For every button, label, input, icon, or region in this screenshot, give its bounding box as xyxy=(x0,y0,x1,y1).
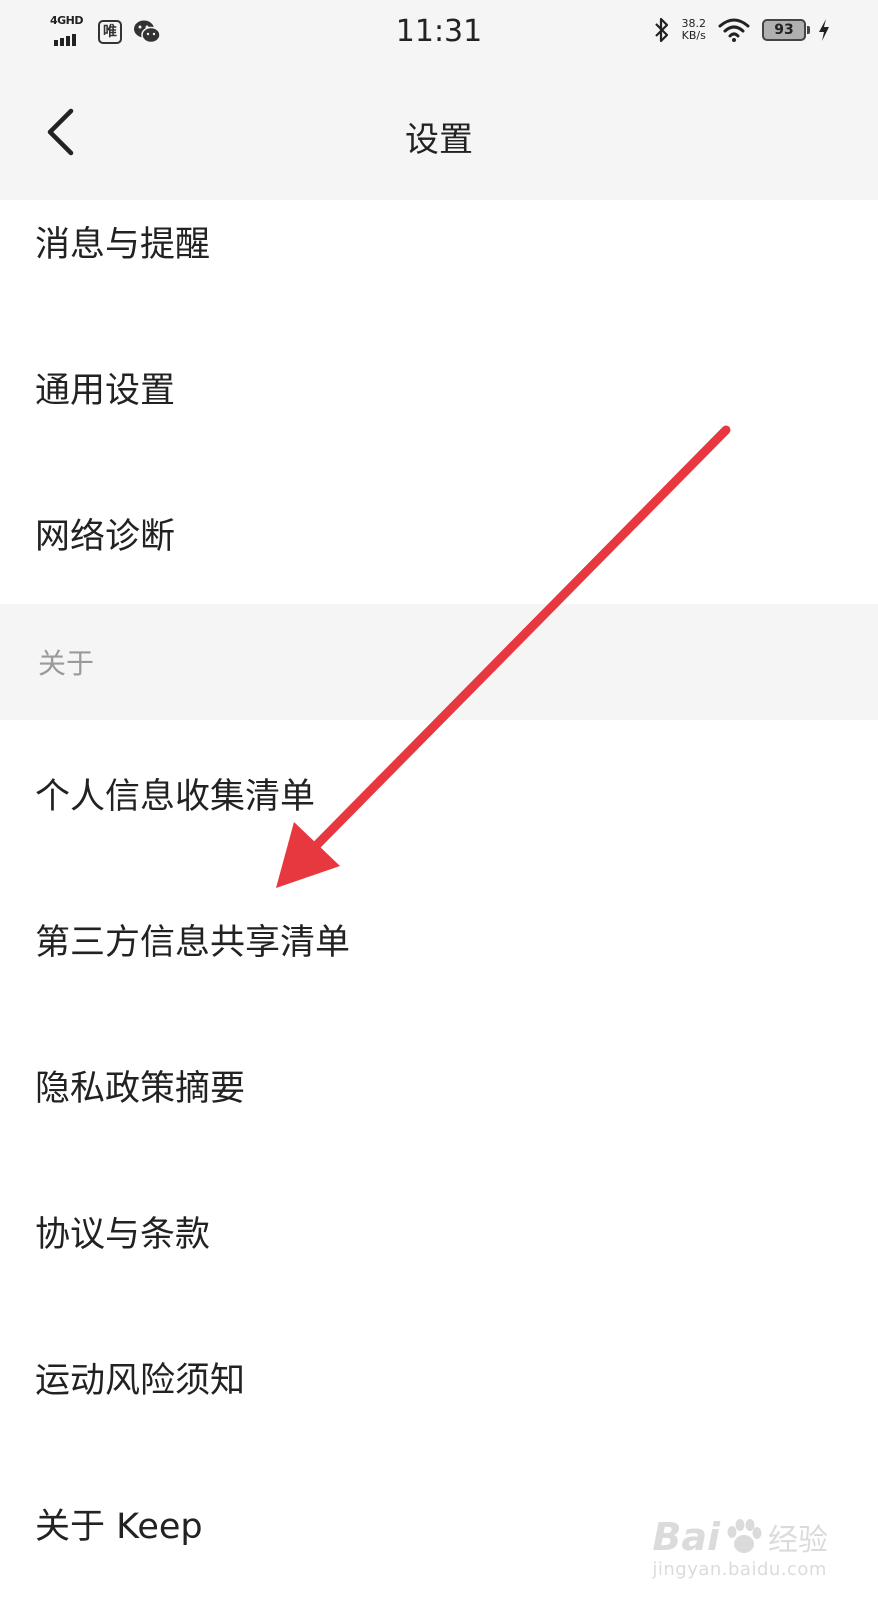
list-item-general-settings[interactable]: 通用设置 xyxy=(0,314,878,460)
battery-icon: 93 xyxy=(762,19,810,41)
list-item-agreements[interactable]: 协议与条款 xyxy=(0,1158,878,1304)
list-item-label: 第三方信息共享清单 xyxy=(35,922,351,963)
list-item-label: 关于 Keep xyxy=(35,1506,203,1547)
battery-level: 93 xyxy=(774,22,794,38)
list-item-notifications[interactable]: 消息与提醒 xyxy=(0,168,878,314)
watermark-suffix: 经验 xyxy=(768,1523,828,1558)
list-item-network-diagnosis[interactable]: 网络诊断 xyxy=(0,460,878,606)
list-item-label: 运动风险须知 xyxy=(35,1360,246,1401)
list-item-exercise-risk[interactable]: 运动风险须知 xyxy=(0,1304,878,1450)
list-item-personal-info-list[interactable]: 个人信息收集清单 xyxy=(0,720,878,866)
list-item-label: 个人信息收集清单 xyxy=(35,776,316,817)
network-speed-unit: KB/s xyxy=(681,29,706,42)
paw-icon xyxy=(727,1519,762,1553)
list-item-privacy-summary[interactable]: 隐私政策摘要 xyxy=(0,1012,878,1158)
list-item-label: 网络诊断 xyxy=(35,516,176,557)
list-item-label: 协议与条款 xyxy=(35,1214,211,1255)
status-right: 38.2 KB/s 93 xyxy=(654,16,831,44)
network-speed: 38.2 KB/s xyxy=(682,18,707,42)
list-item-label: 消息与提醒 xyxy=(35,224,211,265)
section-header-label: 关于 xyxy=(38,647,95,680)
list-item-label: 通用设置 xyxy=(35,370,176,411)
page-title: 设置 xyxy=(405,120,473,160)
watermark-brand: Bai xyxy=(652,1515,720,1559)
charging-icon xyxy=(819,19,829,41)
list-item-label: 隐私政策摘要 xyxy=(35,1068,246,1109)
watermark-url: jingyan.baidu.com xyxy=(652,1559,827,1580)
watermark: Bai 经验 jingyan.baidu.com xyxy=(652,1515,828,1580)
bluetooth-icon xyxy=(654,17,668,43)
section-header-about: 关于 xyxy=(0,604,878,720)
list-item-third-party-sharing[interactable]: 第三方信息共享清单 xyxy=(0,866,878,1012)
status-bar: 4GHD 唯 11:31 38.2 KB/s 93 xyxy=(0,0,878,68)
wifi-icon xyxy=(718,18,750,42)
